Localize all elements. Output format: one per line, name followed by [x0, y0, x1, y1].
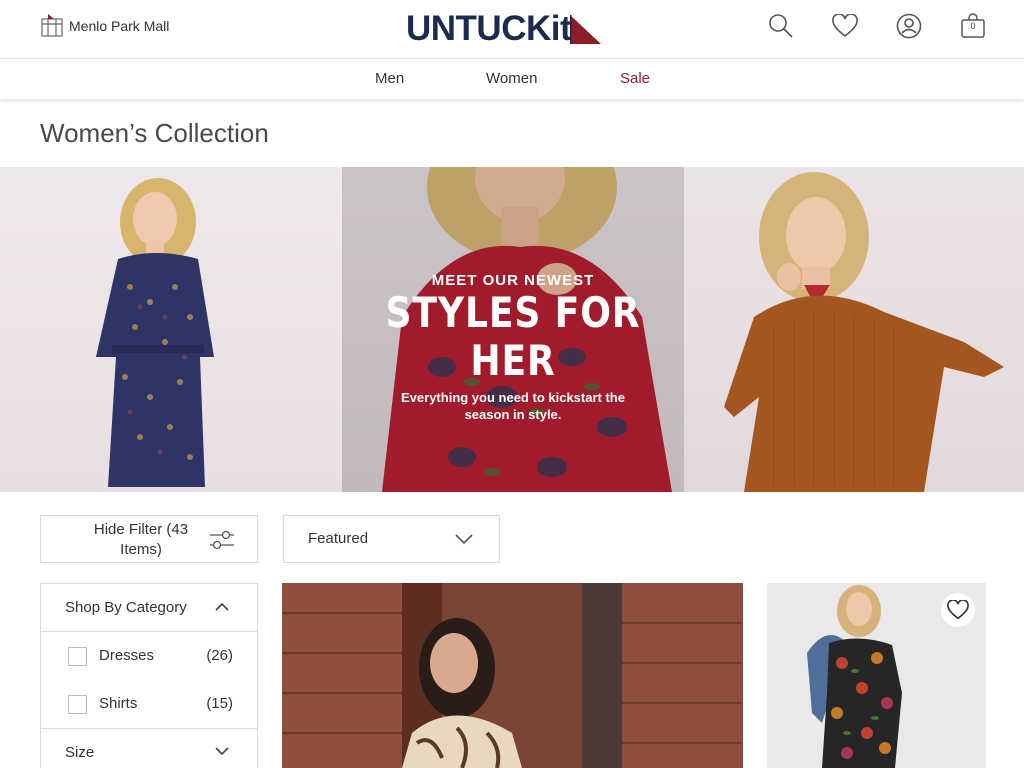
hero-eyebrow: MEET OUR NEWEST	[431, 272, 595, 289]
hero-image-right	[684, 167, 1024, 492]
store-icon	[41, 14, 63, 37]
checkbox[interactable]	[68, 695, 87, 714]
heart-icon	[947, 600, 969, 620]
filter-option-count: (26)	[206, 647, 233, 664]
bag-icon[interactable]: 0	[959, 12, 987, 40]
hide-filter-button[interactable]: Hide Filter (43 Items)	[40, 515, 258, 563]
wishlist-button[interactable]	[941, 593, 975, 627]
heart-icon[interactable]	[831, 12, 859, 40]
filter-panel: Shop By Category Dresses (26) Shirts (15…	[40, 583, 258, 768]
nav-item-sale[interactable]: Sale	[620, 70, 650, 87]
nav-item-women[interactable]: Women	[486, 70, 537, 87]
filter-option-label: Shirts	[99, 695, 138, 712]
filter-option-count: (15)	[206, 695, 233, 712]
bag-count: 0	[970, 21, 976, 31]
filter-heading-label: Shop By Category	[65, 599, 187, 616]
store-locator[interactable]: Menlo Park Mall	[40, 13, 169, 37]
filter-sliders-icon	[210, 530, 234, 550]
filter-heading-label: Size	[65, 744, 95, 761]
filter-option-label: Dresses	[99, 647, 155, 664]
chevron-down-icon	[455, 534, 473, 545]
filter-option-shirts[interactable]: Shirts (15)	[41, 680, 257, 728]
chevron-up-icon	[215, 602, 229, 611]
header: Menlo Park Mall UNTUCKit 0	[0, 0, 1024, 59]
hero-copy: MEET OUR NEWEST STYLES FOR HER Everythin…	[342, 272, 684, 423]
hide-filter-label: Hide Filter (43 Items)	[93, 521, 189, 558]
product-card-image[interactable]	[767, 583, 986, 768]
filter-heading-category[interactable]: Shop By Category	[41, 584, 257, 632]
logo-text: UNTUCKit	[406, 9, 572, 48]
search-icon[interactable]	[767, 12, 795, 40]
filter-option-dresses[interactable]: Dresses (26)	[41, 632, 257, 680]
hero-banner[interactable]: MEET OUR NEWEST STYLES FOR HER Everythin…	[0, 167, 1024, 492]
sort-dropdown[interactable]: Featured	[283, 515, 500, 563]
store-label: Menlo Park Mall	[69, 18, 170, 34]
hero-headline: STYLES FOR HER	[385, 288, 641, 385]
logo[interactable]: UNTUCKit	[406, 11, 602, 47]
hero-subtext: Everything you need to kickstart the sea…	[401, 390, 625, 422]
account-icon[interactable]	[895, 12, 923, 40]
logo-flag-icon	[570, 15, 602, 44]
chevron-down-icon	[215, 747, 229, 756]
hero-image-left	[0, 167, 342, 492]
main-nav: Men Women Sale	[0, 59, 1024, 99]
checkbox[interactable]	[68, 647, 87, 666]
filter-heading-size[interactable]: Size	[41, 729, 257, 768]
nav-item-men[interactable]: Men	[375, 70, 404, 87]
page-title: Women’s Collection	[40, 118, 269, 148]
product-card-image[interactable]	[282, 583, 743, 768]
sort-selected-value: Featured	[308, 530, 369, 547]
